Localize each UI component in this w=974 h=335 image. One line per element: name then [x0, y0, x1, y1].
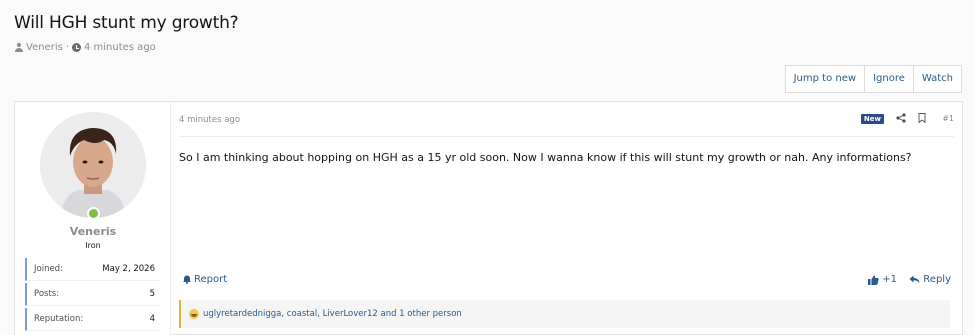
avatar-image — [40, 112, 146, 218]
stat-label: Joined: — [34, 264, 63, 274]
user-stats: Joined: May 2, 2026 Posts: 5 Reputation:… — [25, 258, 160, 333]
jump-to-new-button[interactable]: Jump to new — [786, 66, 864, 92]
reply-label: Reply — [923, 274, 951, 285]
post-username[interactable]: Veneris — [15, 225, 171, 238]
thread-author[interactable]: Veneris — [26, 42, 63, 53]
user-title: Iron — [85, 241, 101, 250]
reactions-bar[interactable]: uglyretardednigga, coastal, LiverLover12… — [179, 300, 950, 328]
stat-reputation: Reputation: 4 — [25, 308, 160, 331]
clock-icon — [72, 43, 81, 52]
like-button[interactable]: +1 — [868, 274, 897, 285]
post: Veneris Iron Joined: May 2, 2026 Posts: … — [14, 101, 963, 335]
ignore-button[interactable]: Ignore — [864, 66, 913, 92]
thread-time[interactable]: 4 minutes ago — [84, 42, 156, 53]
bell-icon — [183, 275, 191, 284]
meta-separator: · — [65, 42, 69, 53]
reactions-list: uglyretardednigga, coastal, LiverLover12… — [203, 309, 462, 319]
post-message: So I am thinking about hopping on HGH as… — [179, 151, 912, 164]
avatar[interactable] — [40, 112, 146, 218]
thumbs-up-icon — [868, 275, 879, 285]
stat-label: Reputation: — [34, 314, 84, 324]
share-icon[interactable] — [896, 113, 906, 123]
watch-button[interactable]: Watch — [912, 66, 961, 92]
stat-value: May 2, 2026 — [102, 264, 155, 274]
user-cell: Veneris Iron Joined: May 2, 2026 Posts: … — [15, 102, 171, 335]
report-button[interactable]: Report — [183, 274, 227, 285]
post-date[interactable]: 4 minutes ago — [179, 115, 240, 125]
stat-value: 4 — [149, 314, 155, 324]
user-icon — [14, 43, 23, 52]
thread-meta: Veneris · 4 minutes ago — [14, 42, 156, 53]
stat-posts: Posts: 5 — [25, 283, 160, 306]
reply-button[interactable]: Reply — [909, 274, 951, 285]
like-count: +1 — [882, 274, 897, 285]
reply-icon — [909, 275, 920, 284]
bookmark-icon[interactable] — [918, 113, 926, 123]
thread-title: Will HGH stunt my growth? — [14, 13, 239, 33]
stat-joined: Joined: May 2, 2026 — [25, 258, 160, 281]
thread-actions: Jump to new Ignore Watch — [784, 65, 962, 93]
stat-label: Posts: — [34, 289, 60, 299]
new-badge: New — [860, 114, 884, 124]
divider — [179, 136, 954, 137]
post-content: 4 minutes ago New #1 So I am thinking ab… — [172, 102, 962, 335]
post-number[interactable]: #1 — [942, 114, 954, 123]
laugh-emoji-icon — [189, 309, 199, 319]
report-label: Report — [194, 274, 228, 285]
online-status-indicator — [87, 207, 100, 220]
stat-value[interactable]: 5 — [150, 289, 155, 299]
